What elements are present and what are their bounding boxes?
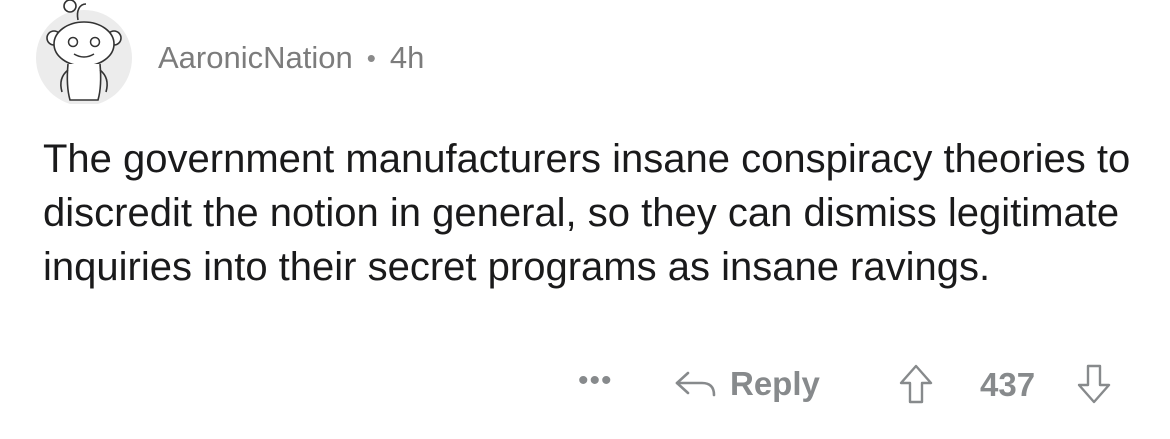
comment-meta: AaronicNation • 4h	[158, 38, 424, 78]
reply-label: Reply	[730, 365, 820, 402]
reddit-snoo-avatar-icon[interactable]	[34, 0, 134, 106]
author-username[interactable]: AaronicNation	[158, 40, 353, 76]
vote-score: 437	[980, 366, 1036, 403]
comment-age: 4h	[389, 40, 425, 75]
comment-body: The government manufacturers insane cons…	[43, 137, 1131, 289]
downvote-arrow-icon[interactable]	[1076, 362, 1112, 406]
meta-separator: •	[366, 42, 376, 73]
upvote-arrow-icon[interactable]	[898, 362, 934, 406]
comment-actions: ••• Reply 437	[0, 360, 1170, 410]
reply-button[interactable]: Reply	[672, 362, 820, 406]
comment: AaronicNation • 4h The government manufa…	[0, 0, 1170, 439]
more-options-icon[interactable]: •••	[578, 366, 613, 396]
reply-arrow-icon	[675, 371, 716, 397]
